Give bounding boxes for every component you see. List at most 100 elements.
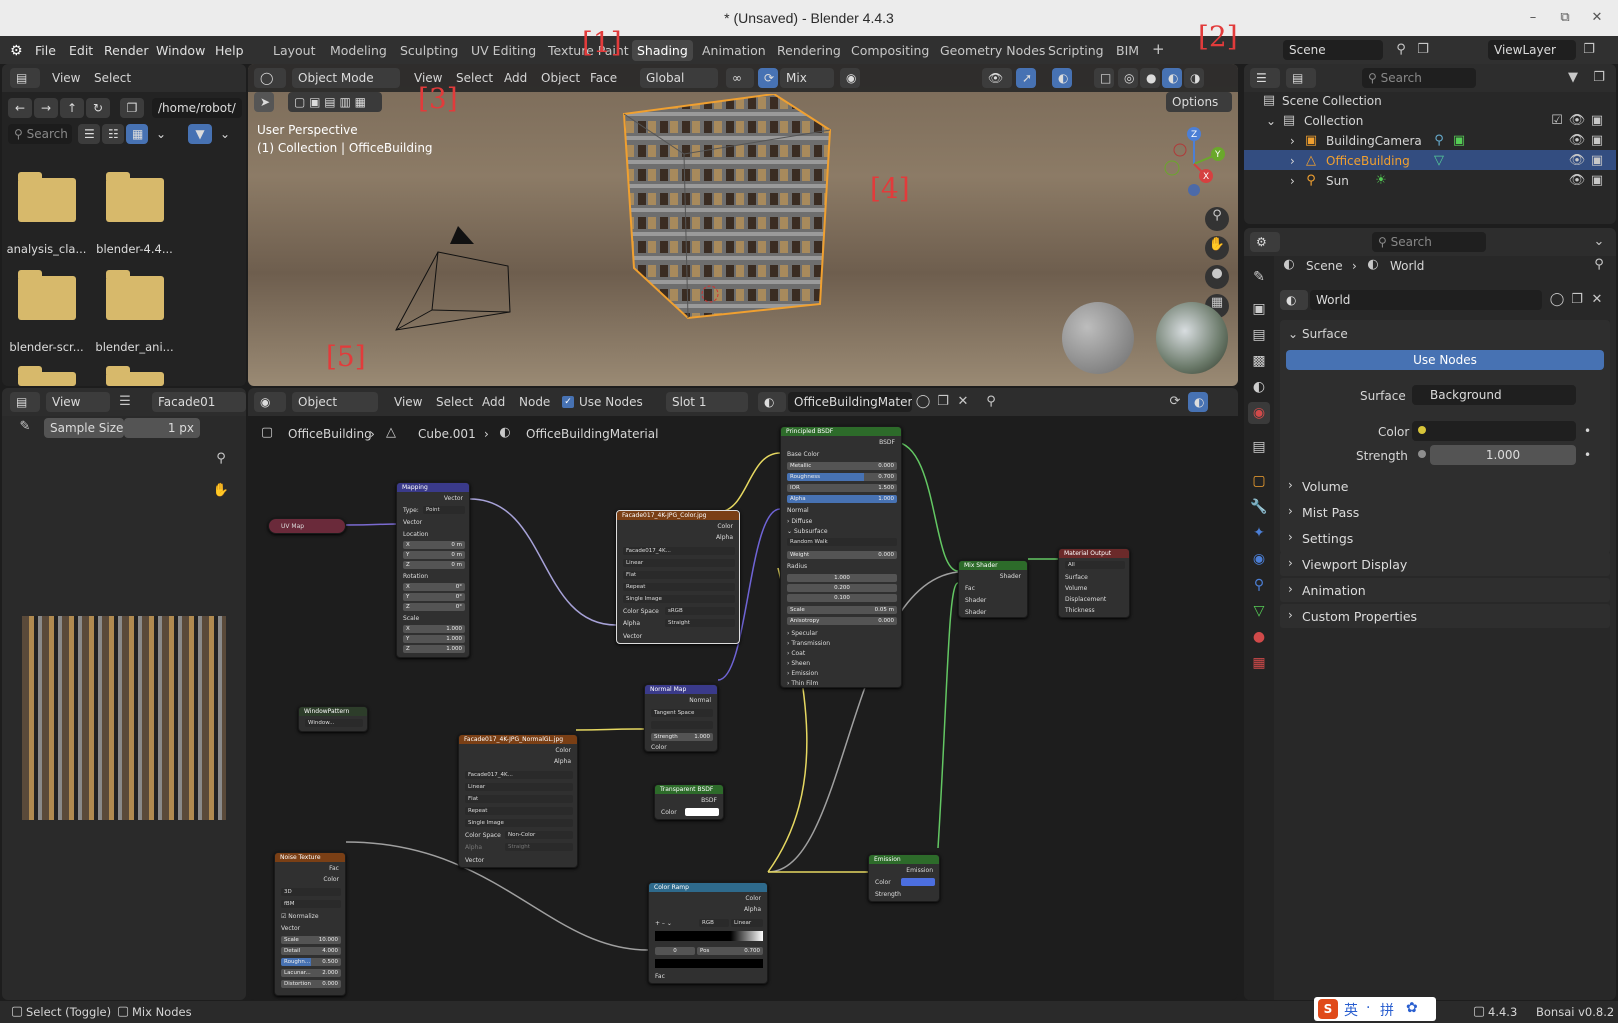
camera-icon[interactable]: ▣ [1588, 132, 1606, 150]
ime-settings-icon[interactable]: ✿ [1406, 1000, 1418, 1016]
ior-field[interactable]: IOR 1.500 [787, 484, 897, 492]
color-space-dropdown[interactable]: sRGB [665, 607, 735, 615]
interpolation-dropdown[interactable]: Linear [623, 559, 735, 567]
vp-menu-select[interactable]: Select [456, 71, 493, 85]
path-field[interactable]: /home/robot/ [152, 98, 242, 118]
rot-z-field[interactable]: Z 0° [403, 603, 465, 611]
breadcrumb-world[interactable]: World [1390, 259, 1424, 273]
chevron-down-icon[interactable]: ⌄ [1590, 233, 1608, 251]
maximize-button[interactable]: ⧉ [1554, 8, 1576, 30]
uv-map-field[interactable] [651, 721, 713, 729]
emission-color-swatch[interactable] [901, 878, 935, 886]
noise-roughness-field[interactable]: Roughn... 0.500 [281, 958, 341, 966]
overlay-icon[interactable]: ◐ [1052, 68, 1072, 88]
projection-dropdown[interactable]: Flat [623, 571, 735, 579]
keyframe-dot-icon[interactable]: • [1584, 424, 1591, 438]
anisotropy-field[interactable]: Anisotropy 0.000 [787, 617, 897, 625]
filter-icon[interactable]: ▼ [1564, 69, 1582, 87]
forward-arrow-icon[interactable]: → [34, 98, 58, 118]
data-tab-icon[interactable]: ▽ [1248, 600, 1270, 622]
material-tab-icon[interactable]: ● [1248, 626, 1270, 648]
scene-tab-icon[interactable]: ◐ [1248, 376, 1270, 398]
list-horizontal-icon[interactable]: ☷ [102, 124, 124, 144]
parent-dir-icon[interactable]: ↑ [60, 98, 84, 118]
scale-x-field[interactable]: X 1.000 [403, 625, 465, 633]
diffuse-panel[interactable]: › Diffuse [787, 518, 812, 525]
new-viewlayer-icon[interactable]: ❐ [1580, 41, 1598, 59]
panel-custom-properties[interactable]: › Custom Properties [1280, 604, 1610, 628]
display-mode-icon[interactable]: ▤ [1286, 68, 1316, 88]
vp-menu-object[interactable]: Object [541, 71, 580, 85]
particles-tab-icon[interactable]: ✦ [1248, 522, 1270, 544]
surface-shader-field[interactable]: Background [1412, 385, 1576, 405]
pan-hand-icon[interactable]: ✋ [1205, 236, 1229, 260]
gradient-bar[interactable] [655, 931, 763, 941]
options-button[interactable]: Options [1166, 92, 1232, 112]
list-vertical-icon[interactable]: ☰ [78, 124, 100, 144]
sample-size-field[interactable]: 1 px [124, 418, 200, 438]
wireframe-shading-icon[interactable]: ◎ [1118, 68, 1138, 88]
camera-object[interactable] [378, 224, 528, 334]
panel-settings[interactable]: › Settings [1280, 526, 1610, 550]
menu-window[interactable]: Window [156, 43, 205, 58]
chevron-down-icon[interactable]: ⌄ [1288, 327, 1298, 341]
back-arrow-icon[interactable]: ← [8, 98, 32, 118]
image-preview[interactable] [22, 616, 226, 820]
transmission-panel[interactable]: › Transmission [787, 640, 830, 647]
zoom-icon[interactable]: ⚲ [212, 450, 230, 468]
keyframe-dot-icon[interactable]: • [1584, 448, 1591, 462]
properties-editor-type-icon[interactable]: ⚙ [1250, 232, 1280, 252]
stop-position-field[interactable]: Pos 0.700 [697, 947, 763, 955]
chevron-down-icon[interactable]: ⌄ [150, 124, 168, 144]
gizmo-icon[interactable]: ➚ [1016, 68, 1036, 88]
alpha-mode-dropdown[interactable]: Straight [665, 619, 735, 627]
pivot-icon[interactable]: ∞ [726, 68, 754, 88]
panel-mist-pass[interactable]: › Mist Pass [1280, 500, 1610, 524]
tab-sculpting[interactable]: Sculpting [400, 43, 458, 58]
stop-index-field[interactable]: 0 [655, 947, 695, 955]
proportional-edit-icon[interactable]: ◉ [840, 68, 860, 88]
outliner-search-field[interactable]: ⚲ Search [1362, 68, 1476, 88]
outliner-item-sun[interactable]: Sun [1326, 174, 1349, 188]
node-noise-texture[interactable]: Noise Texture Fac Color 3D fBM ☑ Normali… [274, 852, 346, 996]
subsurface-method-dropdown[interactable]: Random Walk [787, 538, 897, 546]
chevron-right-icon[interactable]: › [1290, 134, 1295, 148]
thumbnails-icon[interactable]: ▦ [126, 124, 148, 144]
rot-x-field[interactable]: X 0° [403, 583, 465, 591]
loc-y-field[interactable]: Y0 m [403, 551, 465, 559]
image-view-selector[interactable]: View [46, 392, 110, 412]
node-normal-texture[interactable]: Facade017_4K-JPG_NormalGL.jpg Color Alph… [458, 734, 578, 868]
world-name-field[interactable]: World [1310, 290, 1542, 310]
vp-menu-add[interactable]: Add [504, 71, 527, 85]
scene-collection-label[interactable]: Scene Collection [1282, 94, 1382, 108]
close-button[interactable]: ✕ [1586, 8, 1608, 30]
image-editor-type-icon[interactable]: ▤ [10, 392, 40, 412]
zoom-icon[interactable]: ⚲ [1205, 207, 1229, 231]
panel-volume[interactable]: › Volume [1280, 474, 1610, 498]
shader-node-editor[interactable]: ◉ Object View Select Add Node ✓ Use Node… [248, 388, 1238, 1000]
panel-viewport-display[interactable]: › Viewport Display [1280, 552, 1610, 576]
node-emission[interactable]: Emission Emission Color Strength [868, 854, 940, 902]
eye-icon[interactable]: 👁 [1568, 172, 1586, 190]
eye-icon[interactable]: 👁 [1568, 112, 1586, 130]
menu-file[interactable]: File [35, 43, 56, 58]
group-datablock-field[interactable]: Window... [305, 719, 363, 727]
chevron-down-icon[interactable]: ⌄ [1266, 114, 1276, 128]
physics-tab-icon[interactable]: ◉ [1248, 548, 1270, 570]
extension-dropdown[interactable]: Repeat [623, 583, 735, 591]
fb-search-field[interactable]: ⚲ Search [8, 124, 72, 144]
mapping-type-dropdown[interactable]: Point [423, 506, 465, 514]
source-dropdown[interactable]: Single Image [623, 595, 735, 603]
interpolation-dropdown[interactable]: Linear [731, 919, 763, 927]
extension-dropdown[interactable]: Repeat [465, 807, 573, 815]
rendered-shading-icon[interactable]: ◑ [1184, 68, 1204, 88]
filter-chevron-icon[interactable]: ⌄ [214, 124, 232, 144]
file-item-label[interactable]: blender_ani... [87, 340, 182, 354]
refresh-icon[interactable]: ↻ [86, 98, 110, 118]
tab-geometry-nodes[interactable]: Geometry Nodes [940, 43, 1045, 58]
material-shading-icon[interactable]: ◐ [1162, 68, 1182, 88]
radius-b-field[interactable]: 0.100 [787, 594, 897, 602]
ime-punct[interactable]: · [1366, 1000, 1370, 1016]
minimize-button[interactable]: – [1522, 8, 1544, 30]
select-tool-icon[interactable]: ➤ [254, 92, 274, 112]
